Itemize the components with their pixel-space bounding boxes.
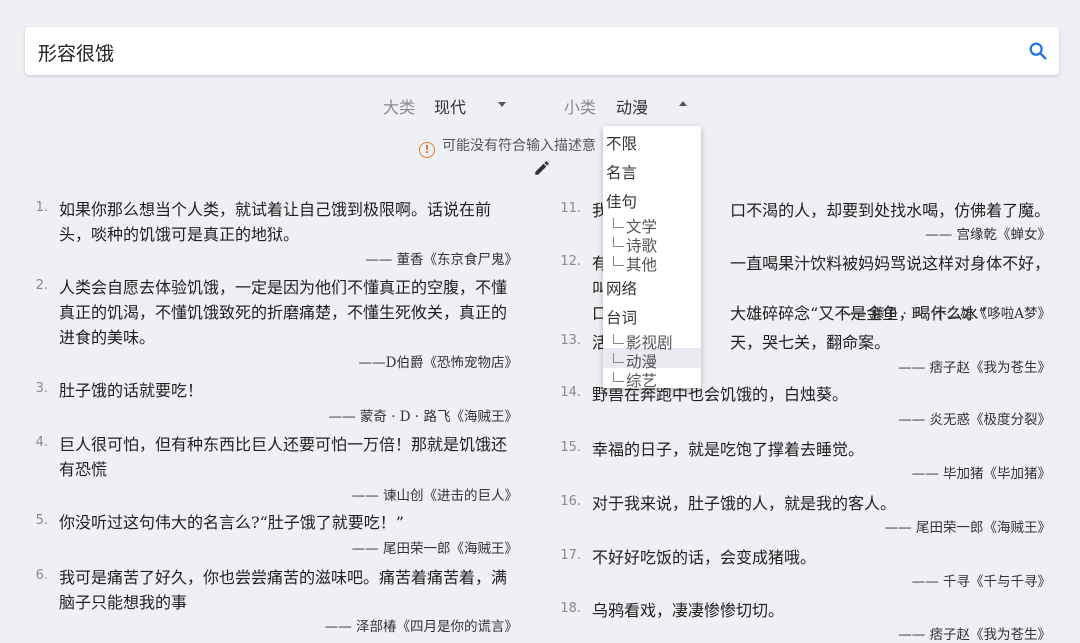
minor-category-label: 小类 — [564, 98, 597, 117]
quote-text: 不好好吃饭的话，会变成猪哦。 — [592, 545, 816, 570]
quote-item: 4. 巨人很可怕，但有种东西比巨人还要可怕一万倍！那就是饥饿还 有恐慌 —— 谏… — [26, 432, 526, 504]
search-bar[interactable]: 形容很饿 — [25, 27, 1059, 75]
quote-item: 2. 人类会自愿去体验饥饿，一定是因为他们不懂真正的空腹，不懂 真正的饥渴，不懂… — [26, 275, 526, 371]
quote-line: 如果你那么想当个人类，就试着让自己饿到极限啊。话说在前 — [59, 200, 492, 219]
quote-item: 5. 你没听过这句伟大的名言么?“肚子饿了就要吃！” —— 尾田荣一郎《海贼王》 — [26, 510, 526, 557]
quote-number: 18. — [560, 601, 581, 616]
dropdown-item-fine-sentences[interactable]: 佳句 — [606, 190, 637, 212]
quote-number: 11. — [560, 201, 581, 216]
quote-text: 乌鸦看戏，凄凄惨惨切切。 — [592, 598, 784, 623]
quote-text: 对于我来说，肚子饿的人，就是我的客人。 — [592, 491, 896, 516]
warning-icon: ! — [419, 142, 435, 158]
quote-line: 乌鸦看戏，凄凄惨惨切切。 — [592, 601, 785, 620]
quote-text: 巨人很可怕，但有种东西比巨人还要可怕一万倍！那就是饥饿还 有恐慌 — [59, 432, 507, 482]
minor-category-dropdown: 不限 名言 佳句 文学 诗歌 其他 网络 台词 影视剧 动漫 综艺 — [603, 126, 701, 388]
quote-number: 13. — [560, 333, 581, 348]
tree-branch-icon — [613, 372, 624, 382]
dropdown-item-label: 综艺 — [626, 372, 658, 388]
chevron-down-icon[interactable] — [498, 102, 506, 107]
quote-source: —— 宫缘乾《蝉女》 — [925, 227, 1051, 243]
tree-branch-icon — [613, 218, 624, 228]
search-icon[interactable] — [1027, 40, 1049, 62]
chevron-up-icon[interactable] — [679, 101, 687, 106]
quote-line: 脑子只能想我的事 — [59, 593, 188, 612]
quote-source: —— 藤子 · F · 不二雄《哆啦A梦》 — [839, 306, 1051, 322]
quote-number: 1. — [35, 200, 48, 215]
warning-message: ! 可能没有符合输入描述意 — [419, 135, 596, 158]
quote-item: 17. 不好好吃饭的话，会变成猪哦。 —— 千寻《千与千寻》 — [559, 545, 1059, 590]
dropdown-item-unlimited[interactable]: 不限 — [606, 132, 637, 154]
quote-item: 14. 野兽在奔跑中也会饥饿的，白烛葵。 —— 炎无惑《极度分裂》 — [559, 382, 1059, 428]
quote-number: 15. — [560, 440, 581, 455]
dropdown-item-famous-quotes[interactable]: 名言 — [606, 161, 637, 183]
quote-number: 14. — [560, 385, 581, 400]
quote-line: 人类会自愿去体验饥饿，一定是因为他们不懂真正的空腹，不懂 — [59, 278, 508, 297]
quote-source: —— 痞子赵《我为苍生》 — [898, 627, 1051, 643]
quote-number: 3. — [35, 381, 48, 396]
quote-number: 12. — [560, 254, 581, 269]
quote-line: 对于我来说，肚子饿的人，就是我的客人。 — [592, 494, 897, 513]
quote-text: 如果你那么想当个人类，就试着让自己饿到极限啊。话说在前 头，啖种的饥饿可是真正的… — [59, 197, 491, 247]
quote-line: 真正的饥渴，不懂饥饿致死的折磨痛楚，不懂生死攸关，真正的 — [59, 303, 508, 322]
quote-line: 有恐慌 — [59, 460, 108, 479]
dropdown-item-other[interactable]: 其他 — [613, 253, 657, 275]
quote-item: 15. 幸福的日子，就是吃饱了撑着去睡觉。 —— 毕加猪《毕加猪》 — [559, 437, 1059, 482]
quote-text: 人类会自愿去体验饥饿，一定是因为他们不懂真正的空腹，不懂 真正的饥渴，不懂饥饿致… — [59, 275, 507, 350]
edit-icon[interactable] — [533, 159, 551, 177]
dropdown-item-lines[interactable]: 台词 — [606, 306, 637, 328]
quote-number: 2. — [35, 278, 48, 293]
quote-source: ——D伯爵《恐怖宠物店》 — [358, 355, 518, 371]
quote-text: 幸福的日子，就是吃饱了撑着去睡觉。 — [592, 437, 864, 462]
quote-source: —— 蒙奇 · D · 路飞《海贼王》 — [328, 409, 518, 425]
search-input[interactable]: 形容很饿 — [38, 39, 114, 66]
quote-text: 肚子饿的话就要吃！ — [59, 378, 203, 403]
quote-line: 肚子饿的话就要吃！ — [59, 381, 204, 400]
quote-line: 巨人很可怕，但有种东西比巨人还要可怕一万倍！那就是饥饿还 — [59, 435, 508, 454]
quote-item: 16. 对于我来说，肚子饿的人，就是我的客人。 —— 尾田荣一郎《海贼王》 — [559, 491, 1059, 536]
quote-source: —— 董香《东京食尸鬼》 — [365, 252, 518, 268]
quote-item: 3. 肚子饿的话就要吃！ —— 蒙奇 · D · 路飞《海贼王》 — [26, 378, 526, 425]
quote-line: 进食的美味。 — [59, 328, 156, 347]
quote-line: 你没听过这句伟大的名言么?“肚子饿了就要吃！” — [59, 513, 404, 532]
warning-text: 可能没有符合输入描述意 — [442, 138, 596, 154]
tree-branch-icon — [613, 334, 624, 344]
quote-number: 4. — [35, 435, 48, 450]
quote-item: 18. 乌鸦看戏，凄凄惨惨切切。 —— 痞子赵《我为苍生》 — [559, 598, 1059, 643]
major-category-select[interactable]: 现代 — [434, 94, 466, 118]
quote-source: —— 痞子赵《我为苍生》 — [898, 360, 1051, 376]
quote-number: 5. — [35, 513, 48, 528]
quote-source: —— 泽部椿《四月是你的谎言》 — [324, 619, 518, 635]
dropdown-item-internet[interactable]: 网络 — [606, 277, 637, 299]
major-category-label: 大类 — [383, 98, 416, 117]
quote-item: 1. 如果你那么想当个人类，就试着让自己饿到极限啊。话说在前 头，啖种的饥饿可是… — [26, 197, 526, 268]
quote-number: 16. — [560, 494, 581, 509]
quote-source: —— 千寻《千与千寻》 — [911, 574, 1051, 590]
dropdown-item-variety[interactable]: 综艺 — [613, 369, 657, 388]
quote-number: 17. — [560, 548, 581, 563]
quote-line: 不好好吃饭的话，会变成猪哦。 — [592, 548, 817, 567]
quote-line: 我可是痛苦了好久，你也尝尝痛苦的滋味吧。痛苦着痛苦着，满 — [59, 568, 508, 587]
quote-text: 我可是痛苦了好久，你也尝尝痛苦的滋味吧。痛苦着痛苦着，满 脑子只能想我的事 — [59, 565, 507, 615]
minor-category-select[interactable]: 动漫 — [616, 94, 648, 118]
quote-line: 头，啖种的饥饿可是真正的地狱。 — [59, 225, 300, 244]
quote-source: —— 毕加猪《毕加猪》 — [911, 466, 1051, 482]
quote-text: 你没听过这句伟大的名言么?“肚子饿了就要吃！” — [59, 510, 404, 535]
quote-source: —— 炎无惑《极度分裂》 — [898, 412, 1051, 428]
quote-source: —— 尾田荣一郎《海贼王》 — [351, 541, 518, 557]
quote-number: 6. — [35, 568, 48, 583]
quote-line: 幸福的日子，就是吃饱了撑着去睡觉。 — [592, 440, 865, 459]
dropdown-item-label: 其他 — [626, 256, 658, 274]
quote-item: 6. 我可是痛苦了好久，你也尝尝痛苦的滋味吧。痛苦着痛苦着，满 脑子只能想我的事… — [26, 565, 526, 640]
tree-branch-icon — [613, 237, 624, 247]
quote-source: —— 谏山创《进击的巨人》 — [351, 488, 518, 504]
quote-source: —— 尾田荣一郎《海贼王》 — [884, 520, 1051, 536]
tree-branch-icon — [613, 256, 624, 266]
tree-branch-icon — [613, 353, 624, 363]
